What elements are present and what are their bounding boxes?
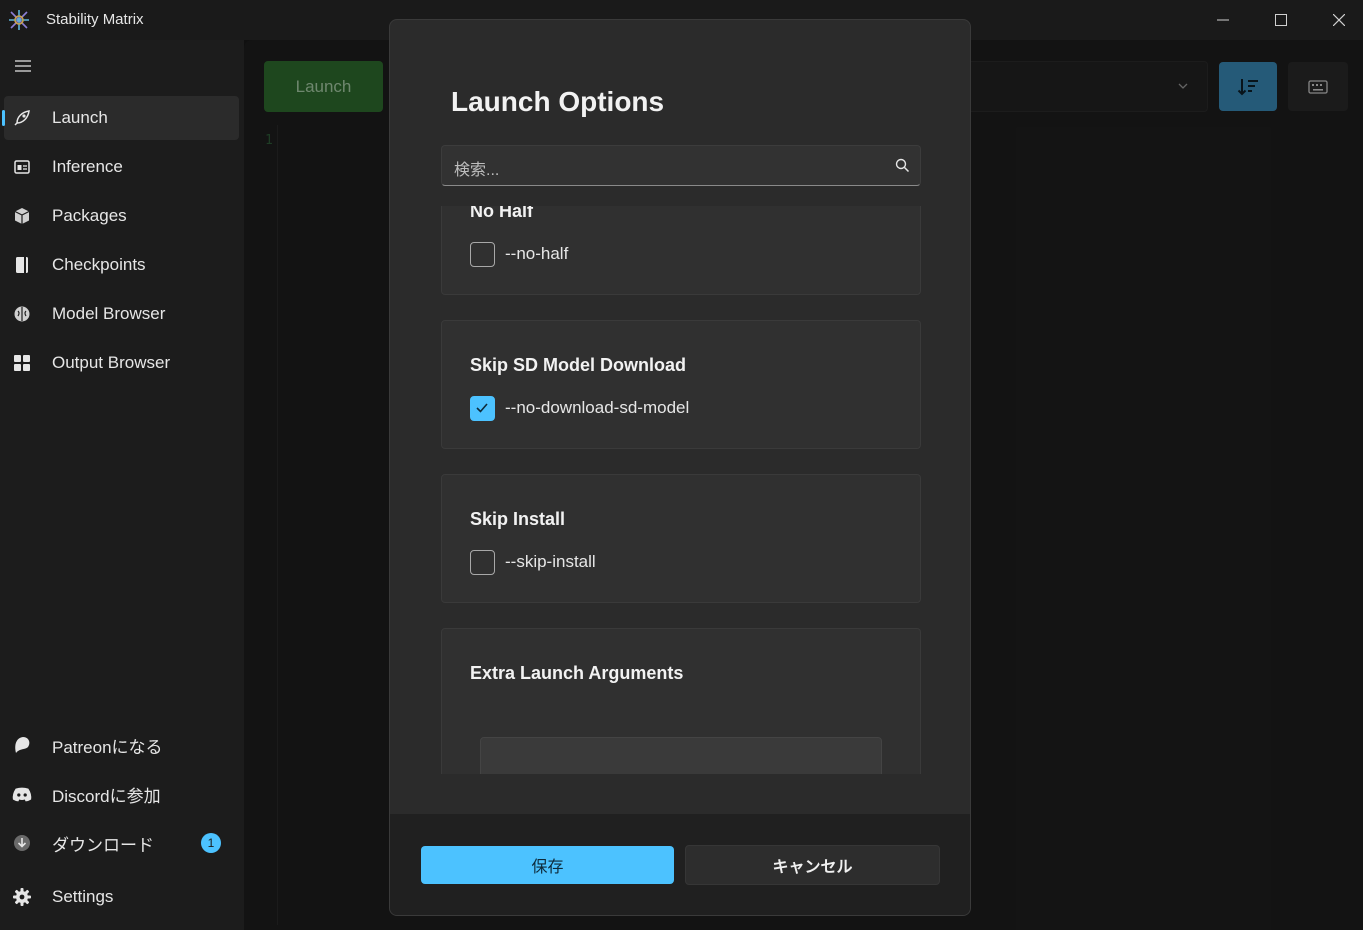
sidebar-item-label: Checkpoints [52, 255, 146, 274]
sidebar-item-label: ダウンロード [52, 835, 154, 855]
option-flag: --no-download-sd-model [505, 398, 690, 417]
sidebar-item-output-browser[interactable]: Output Browser [4, 341, 239, 385]
sidebar-item-discord[interactable]: Discordに参加 [4, 772, 239, 816]
option-flag: --no-half [505, 244, 569, 263]
sidebar-item-downloads[interactable]: ダウンロード 1 [4, 821, 239, 865]
inference-icon [12, 157, 32, 177]
checkmark-icon [476, 403, 488, 413]
option-card-skip-sd-model-download: Skip SD Model Download --no-download-sd-… [441, 320, 921, 449]
hamburger-menu-icon[interactable] [12, 58, 34, 74]
option-title: No Half [470, 206, 533, 221]
sidebar-item-label: Inference [52, 157, 123, 176]
sidebar-item-label: Packages [52, 206, 127, 225]
save-button[interactable]: 保存 [421, 846, 674, 884]
maximize-button[interactable] [1252, 0, 1310, 40]
maximize-icon [1275, 14, 1287, 26]
patreon-icon [12, 735, 32, 755]
discord-icon [12, 784, 32, 804]
dialog-footer: 保存 キャンセル [390, 814, 970, 915]
sidebar-item-label: Model Browser [52, 304, 166, 323]
option-checkbox[interactable] [470, 550, 495, 575]
sidebar-item-inference[interactable]: Inference [4, 145, 239, 189]
sidebar-item-settings[interactable]: Settings [4, 875, 239, 919]
close-icon [1333, 14, 1345, 26]
close-button[interactable] [1310, 0, 1363, 40]
option-flag: --skip-install [505, 552, 596, 571]
sidebar-item-model-browser[interactable]: Model Browser [4, 292, 239, 336]
sidebar: Launch Inference Packages Checkpoints Mo… [0, 40, 244, 930]
option-card-skip-install: Skip Install --skip-install [441, 474, 921, 603]
rocket-icon [12, 108, 32, 128]
dialog-title: Launch Options [451, 86, 665, 117]
grid-icon [12, 353, 32, 373]
option-title: Skip Install [470, 509, 566, 529]
sidebar-item-label: Launch [52, 108, 108, 127]
search-input[interactable]: 検索... [441, 145, 921, 186]
sidebar-item-packages[interactable]: Packages [4, 194, 239, 238]
option-title: Skip SD Model Download [470, 355, 687, 375]
brain-icon [12, 304, 32, 324]
download-icon [12, 833, 32, 853]
app-title: Stability Matrix [46, 11, 144, 28]
package-icon [12, 206, 32, 226]
gear-icon [12, 887, 32, 907]
cancel-button[interactable]: キャンセル [685, 845, 940, 885]
minimize-icon [1217, 19, 1229, 21]
extra-arguments-input[interactable] [480, 737, 882, 774]
option-card-extra-launch-arguments: Extra Launch Arguments [441, 628, 921, 774]
sidebar-item-label: Patreonになる [52, 737, 163, 757]
sidebar-item-patreon[interactable]: Patreonになる [4, 723, 239, 767]
sidebar-item-checkpoints[interactable]: Checkpoints [4, 243, 239, 287]
search-icon[interactable] [895, 158, 910, 173]
sidebar-item-label: Output Browser [52, 353, 171, 372]
option-checkbox[interactable] [470, 396, 495, 421]
download-count-badge: 1 [201, 833, 221, 853]
sidebar-item-label: Settings [52, 887, 114, 906]
options-scroll-area[interactable]: No Half --no-half Skip SD Model Download… [441, 206, 931, 774]
app-logo-icon [9, 10, 29, 30]
option-title: Extra Launch Arguments [470, 663, 684, 683]
minimize-button[interactable] [1194, 0, 1252, 40]
option-checkbox[interactable] [470, 242, 495, 267]
sidebar-item-label: Discordに参加 [52, 786, 161, 806]
option-card-no-half: No Half --no-half [441, 206, 921, 295]
notebook-icon [12, 255, 32, 275]
search-placeholder: 検索... [454, 162, 500, 179]
launch-options-dialog: Launch Options 検索... No Half --no-half S… [389, 19, 971, 916]
sidebar-item-launch[interactable]: Launch [2, 96, 239, 140]
